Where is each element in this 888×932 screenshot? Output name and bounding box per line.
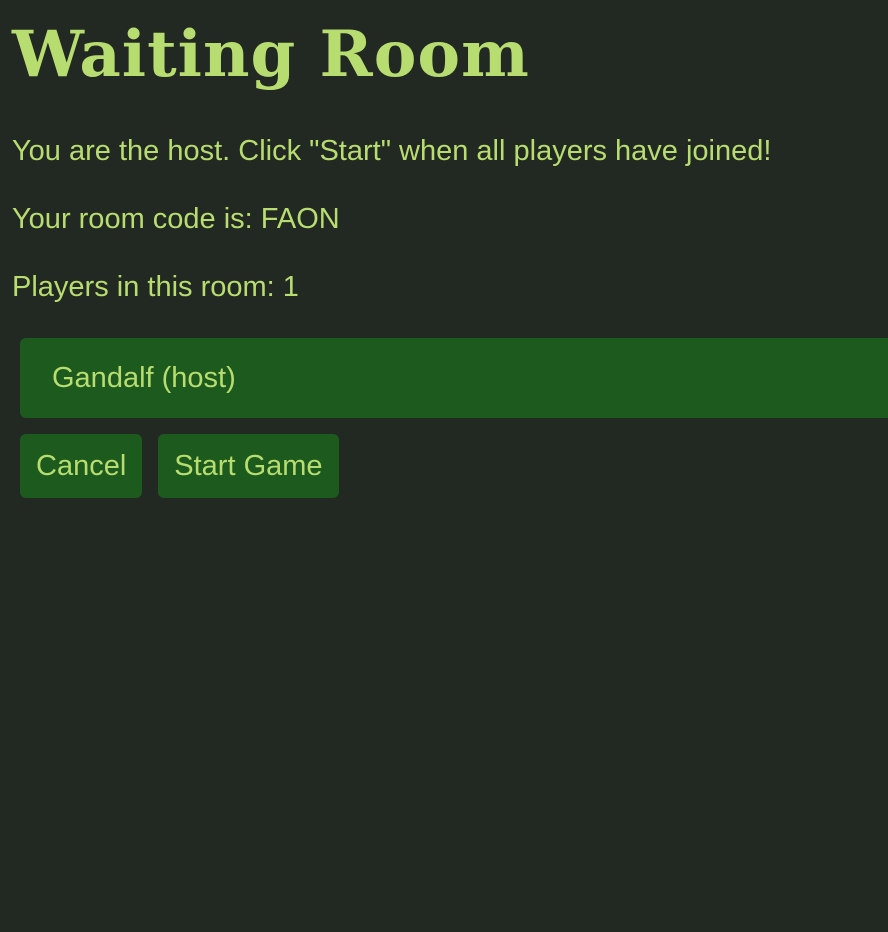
cancel-button[interactable]: Cancel: [20, 434, 143, 498]
players-list: Gandalf (host): [20, 338, 888, 418]
host-instructions: You are the host. Click "Start" when all…: [12, 135, 772, 167]
start-game-button[interactable]: Start Game: [158, 434, 339, 498]
page-title: Waiting Room: [12, 17, 530, 92]
player-name: Gandalf (host): [52, 361, 236, 394]
player-item: Gandalf (host): [20, 338, 888, 418]
room-code-text: Your room code is: FAON: [12, 203, 340, 235]
players-count-text: Players in this room: 1: [12, 271, 299, 303]
waiting-room-page: Waiting Room You are the host. Click "St…: [0, 0, 888, 932]
room-actions: Cancel Start Game: [20, 434, 339, 498]
